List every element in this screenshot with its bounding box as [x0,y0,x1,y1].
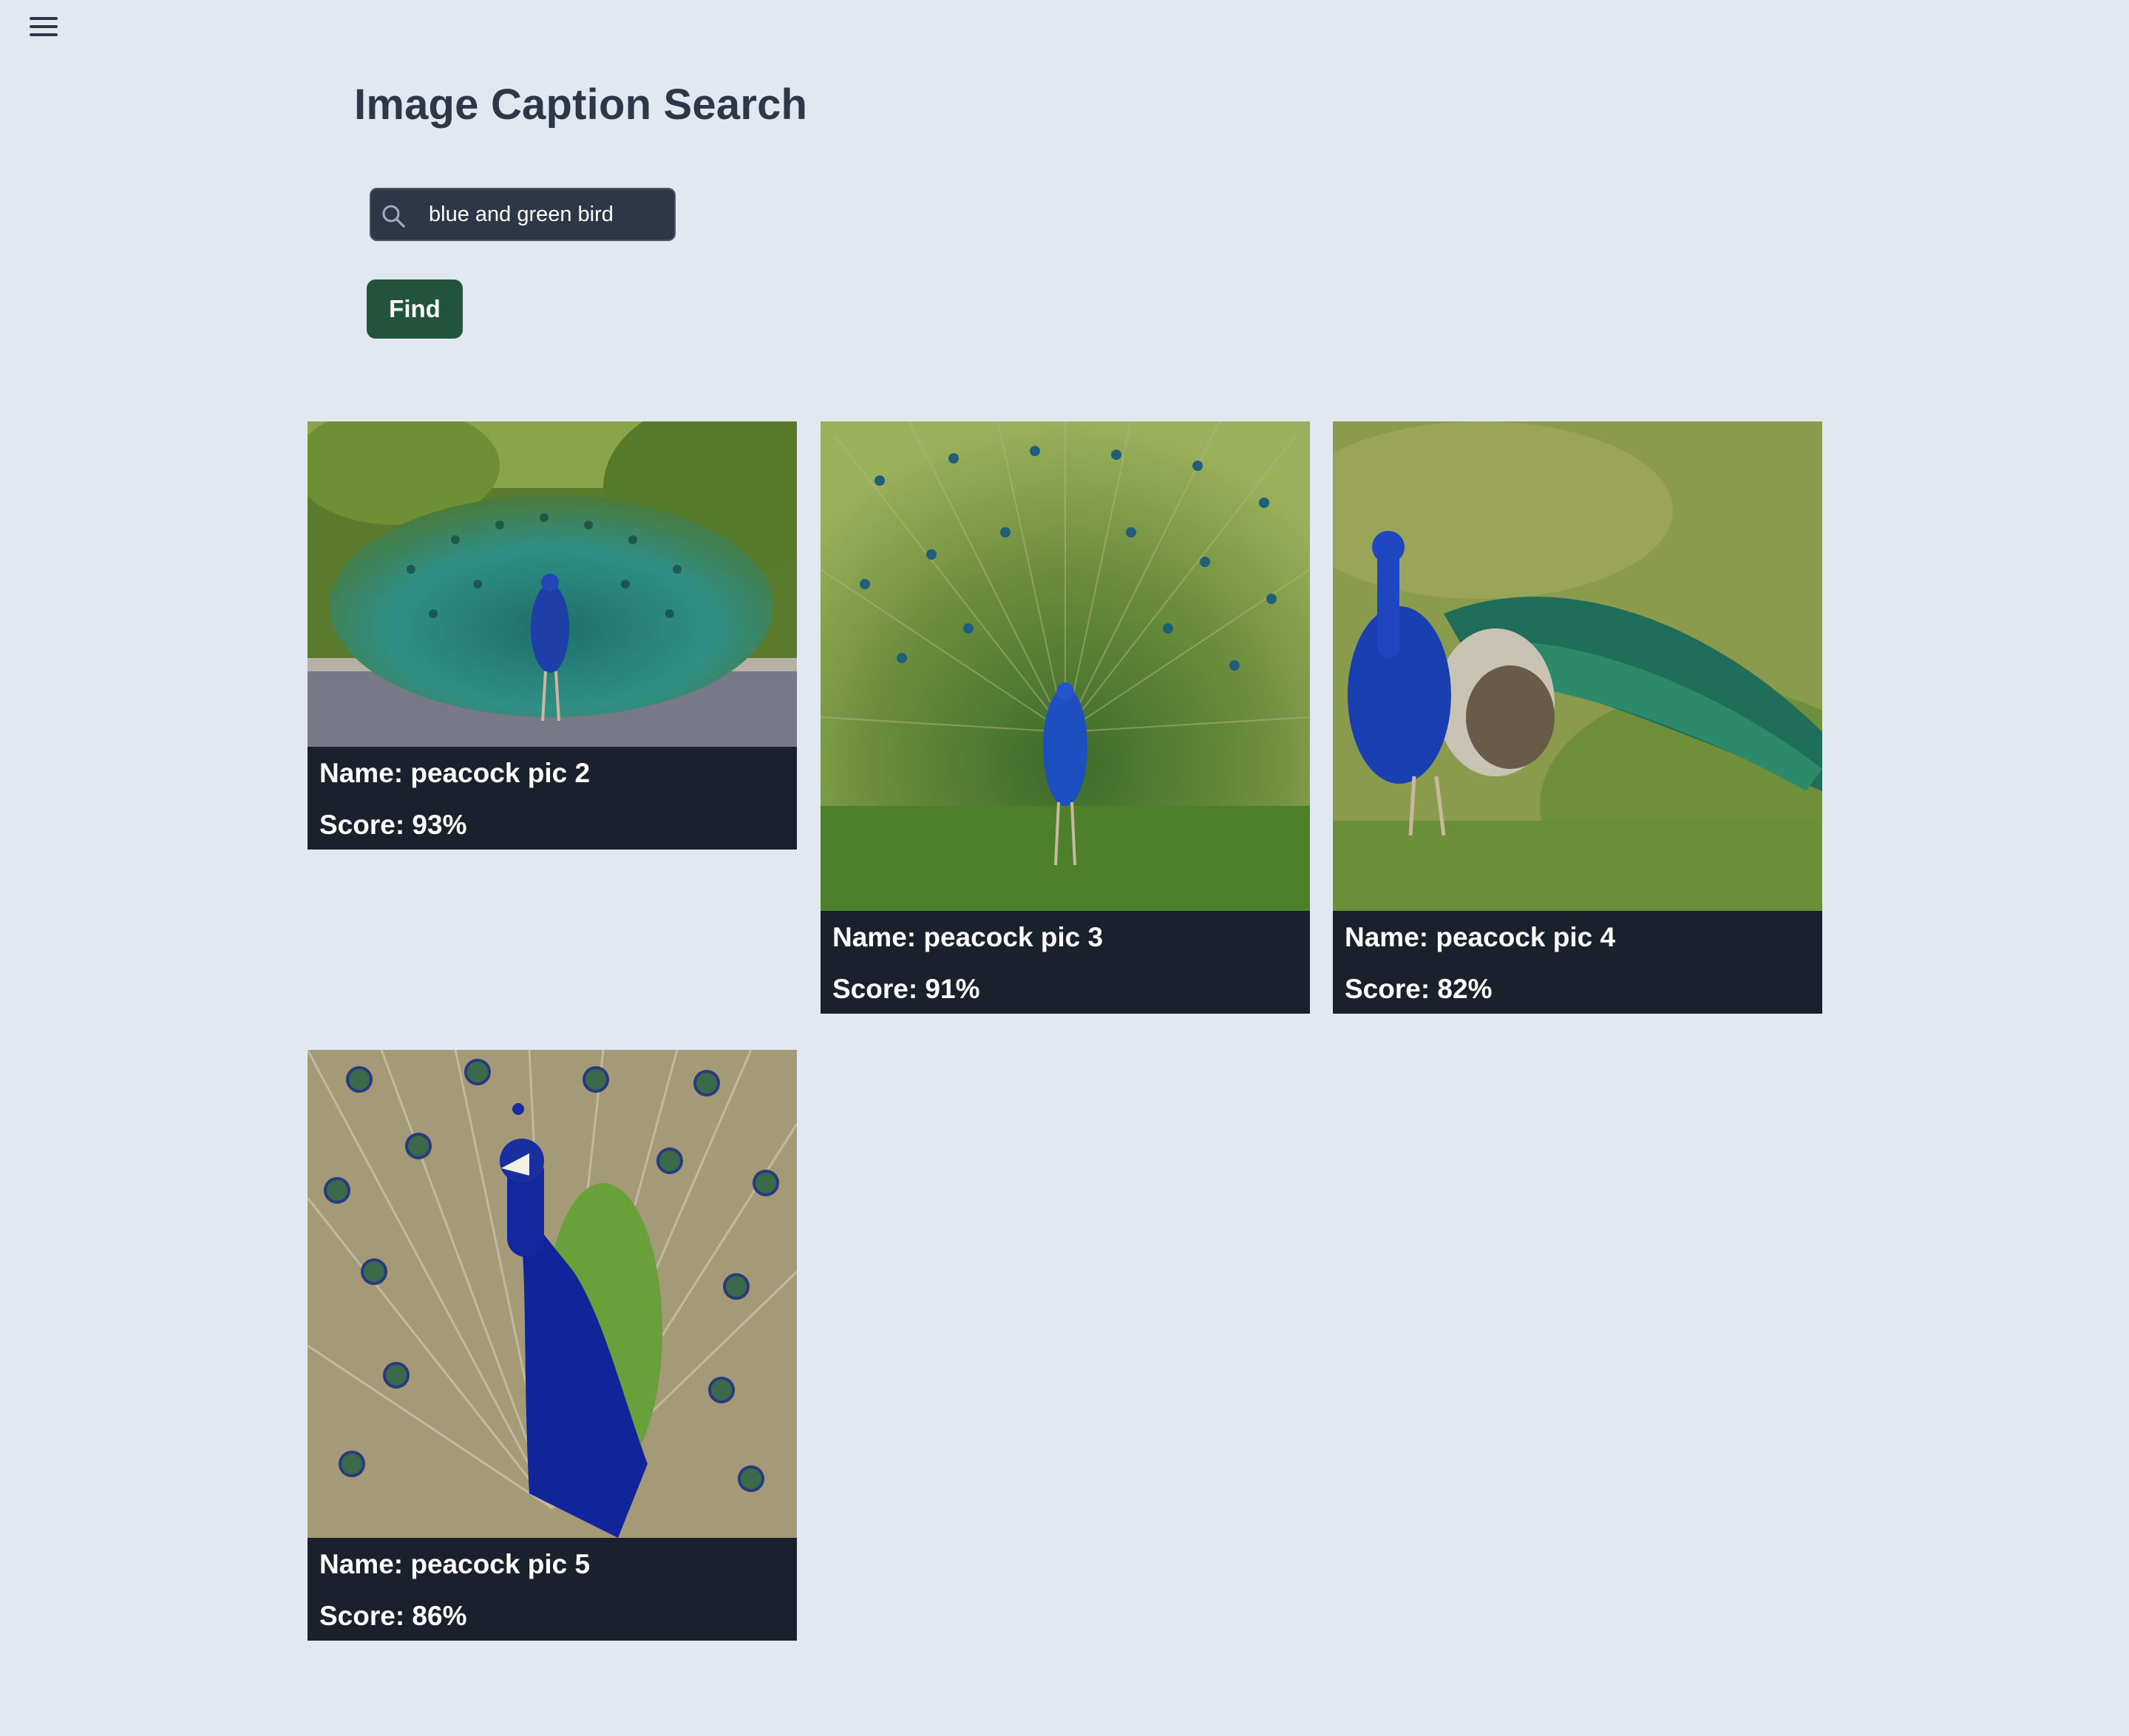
result-score: Score: 82% [1345,974,1493,1004]
result-image [821,421,1310,911]
result-name: Name: peacock pic 2 [319,758,591,788]
result-name: Name: peacock pic 4 [1345,922,1616,952]
result-card[interactable]: Name: peacock pic 2 Score: 93% [308,421,797,850]
menu-button[interactable] [27,13,61,40]
find-button[interactable]: Find [367,279,463,339]
result-score: Score: 86% [319,1601,467,1631]
search-input[interactable] [429,189,665,240]
result-card[interactable]: Name: peacock pic 3 Score: 91% [821,421,1310,1014]
result-card[interactable]: Name: peacock pic 4 Score: 82% [1333,421,1822,1014]
result-image [308,1050,797,1538]
result-card[interactable]: Name: peacock pic 5 Score: 86% [308,1050,797,1641]
search-icon [382,205,405,228]
search-box[interactable] [370,188,676,241]
result-name: Name: peacock pic 3 [832,922,1104,952]
result-image [308,421,797,747]
page-title: Image Caption Search [354,81,808,129]
result-image [1333,421,1822,911]
hamburger-menu-icon [30,17,58,36]
result-score: Score: 91% [832,974,980,1004]
result-score: Score: 93% [319,810,467,840]
result-name: Name: peacock pic 5 [319,1549,591,1579]
